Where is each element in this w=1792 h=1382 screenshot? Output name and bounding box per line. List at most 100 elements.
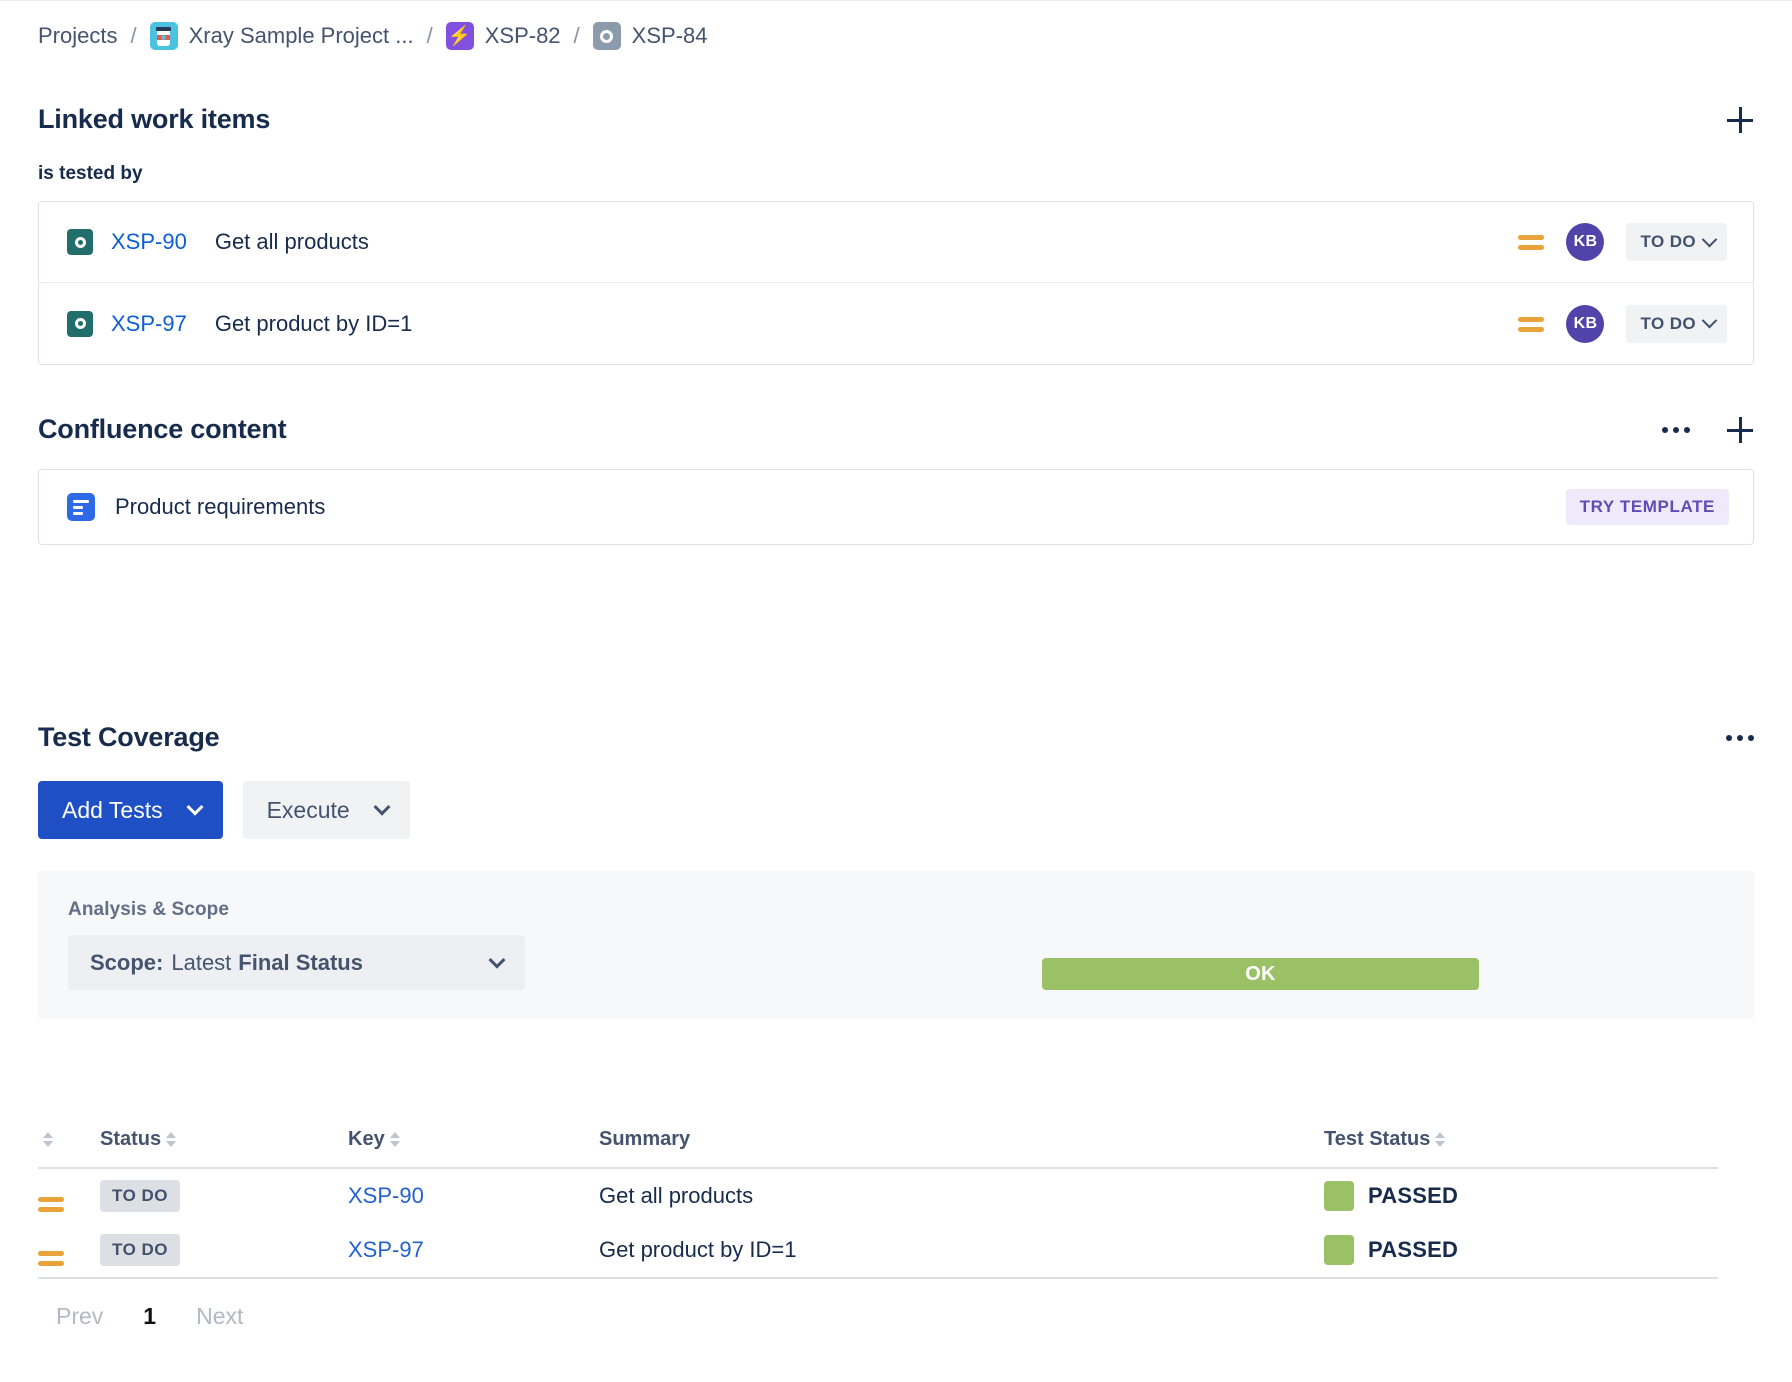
- status-badge: TO DO: [100, 1180, 181, 1212]
- test-key-link[interactable]: XSP-97: [348, 1237, 424, 1262]
- table-row[interactable]: TO DO XSP-90 Get all products PASSED: [38, 1168, 1718, 1223]
- cell-status: TO DO: [100, 1168, 348, 1223]
- status-badge[interactable]: TO DO: [1626, 223, 1727, 261]
- link-type-label: is tested by: [38, 163, 143, 184]
- breadcrumb-item-projects[interactable]: Projects: [38, 23, 117, 49]
- chevron-down-icon: [186, 798, 204, 816]
- breadcrumb-separator-3: /: [573, 23, 580, 48]
- test-key-link[interactable]: XSP-90: [348, 1183, 424, 1208]
- table-row[interactable]: TO DO XSP-97 Get product by ID=1 PASSED: [38, 1223, 1718, 1279]
- coverage-table: Status Key Summary Test Status TO DO XSP…: [38, 1128, 1718, 1279]
- pagination-current-page[interactable]: 1: [143, 1303, 156, 1330]
- sort-icon: [166, 1132, 177, 1147]
- scope-select[interactable]: Scope: Latest Final Status: [68, 935, 525, 990]
- linked-work-items-section: Linked work items is tested by XSP-90 Ge…: [38, 104, 1754, 365]
- test-status-label: PASSED: [1368, 1183, 1459, 1208]
- avatar[interactable]: KB: [1566, 223, 1605, 261]
- status-badge[interactable]: TO DO: [1626, 304, 1727, 343]
- add-tests-button[interactable]: Add Tests: [38, 781, 223, 839]
- confluence-content-header: Confluence content: [38, 414, 1754, 445]
- cell-summary: Get product by ID=1: [599, 1223, 1324, 1279]
- add-tests-label: Add Tests: [62, 796, 163, 823]
- coverage-status-bar: OK: [1042, 958, 1479, 990]
- confluence-page-row[interactable]: Product requirements TRY TEMPLATE: [38, 469, 1754, 545]
- column-header-key[interactable]: Key: [348, 1128, 599, 1169]
- story-bolt-icon: ⚡: [445, 22, 474, 50]
- scope-middle: Latest: [171, 949, 232, 975]
- coffee-cup-project-icon: [149, 22, 178, 50]
- cell-test-status: PASSED: [1324, 1168, 1718, 1223]
- linked-work-items-title: Linked work items: [38, 104, 271, 134]
- status-badge: TO DO: [100, 1234, 181, 1266]
- plus-icon: [1726, 106, 1754, 134]
- cell-status: TO DO: [100, 1223, 348, 1279]
- column-header-summary-label: Summary: [599, 1128, 691, 1150]
- scope-prefix: Scope:: [90, 949, 164, 975]
- more-actions-icon: [1662, 416, 1690, 444]
- linked-item-key[interactable]: XSP-97: [111, 311, 187, 337]
- column-header-key-label: Key: [348, 1128, 385, 1150]
- coverage-status-label: OK: [1245, 962, 1276, 985]
- add-confluence-content-button[interactable]: [1726, 416, 1754, 444]
- test-ring-icon: [67, 310, 93, 337]
- execute-label: Execute: [266, 796, 350, 823]
- confluence-more-actions-button[interactable]: [1662, 416, 1690, 444]
- sort-icon: [43, 1132, 53, 1147]
- table-row[interactable]: XSP-90 Get all products KB TO DO: [39, 202, 1753, 283]
- breadcrumb-item-xsp-84[interactable]: XSP-84: [592, 22, 708, 50]
- confluence-page-name[interactable]: Product requirements: [115, 494, 325, 520]
- confluence-content-section: Confluence content Product requirements …: [38, 414, 1754, 545]
- breadcrumb-separator-2: /: [426, 23, 433, 48]
- linked-item-key[interactable]: XSP-90: [111, 229, 187, 255]
- linked-item-summary: Get product by ID=1: [214, 310, 413, 336]
- column-header-status[interactable]: Status: [100, 1128, 348, 1169]
- column-header-priority[interactable]: [38, 1128, 100, 1169]
- coverage-table-header-row: Status Key Summary Test Status: [38, 1128, 1718, 1169]
- breadcrumb-xsp84-label[interactable]: XSP-84: [632, 23, 708, 49]
- test-coverage-title: Test Coverage: [38, 722, 220, 752]
- issue-detail-page: Projects / Xray Sample Project ... / ⚡ X…: [0, 0, 1792, 1382]
- cell-priority: [38, 1223, 100, 1279]
- linked-work-items-header: Linked work items: [38, 104, 1754, 135]
- linked-items-list: XSP-90 Get all products KB TO DO XSP-97 …: [38, 201, 1754, 365]
- linked-item-summary: Get all products: [214, 229, 369, 254]
- breadcrumb-item-xsp-82[interactable]: ⚡ XSP-82: [445, 22, 561, 50]
- breadcrumb-project-label[interactable]: Xray Sample Project ...: [189, 23, 414, 49]
- pagination-next-button[interactable]: Next: [196, 1303, 243, 1330]
- status-badge-label: TO DO: [1640, 313, 1696, 333]
- analysis-scope-label: Analysis & Scope: [68, 899, 230, 920]
- status-badge-label: TO DO: [1640, 232, 1696, 251]
- cell-key[interactable]: XSP-90: [348, 1168, 599, 1223]
- cell-key[interactable]: XSP-97: [348, 1223, 599, 1279]
- pagination-prev-button[interactable]: Prev: [56, 1303, 103, 1330]
- try-template-badge[interactable]: TRY TEMPLATE: [1565, 489, 1729, 525]
- breadcrumb-separator: /: [130, 23, 137, 48]
- avatar[interactable]: KB: [1566, 304, 1605, 343]
- table-row[interactable]: XSP-97 Get product by ID=1 KB TO DO: [39, 283, 1753, 364]
- priority-medium-icon: [1518, 311, 1545, 337]
- chevron-down-icon: [488, 951, 506, 969]
- test-summary: Get product by ID=1: [599, 1237, 797, 1262]
- add-link-button[interactable]: [1726, 106, 1754, 134]
- test-status-label: PASSED: [1368, 1237, 1459, 1262]
- test-summary: Get all products: [599, 1183, 754, 1208]
- breadcrumb-item-project[interactable]: Xray Sample Project ...: [149, 22, 414, 50]
- test-coverage-actions: Add Tests Execute: [38, 781, 1754, 839]
- execute-button[interactable]: Execute: [242, 781, 410, 839]
- breadcrumb-xsp82-label[interactable]: XSP-82: [485, 23, 561, 49]
- column-header-test-status[interactable]: Test Status: [1324, 1128, 1718, 1169]
- cell-summary: Get all products: [599, 1168, 1324, 1223]
- column-header-summary[interactable]: Summary: [599, 1128, 1324, 1169]
- pagination: Prev 1 Next: [38, 1279, 1718, 1330]
- more-actions-icon: [1726, 724, 1754, 752]
- test-status-swatch: [1324, 1181, 1354, 1211]
- breadcrumb: Projects / Xray Sample Project ... / ⚡ X…: [0, 0, 1792, 71]
- priority-medium-icon: [1518, 229, 1545, 255]
- analysis-and-scope-panel: Analysis & Scope Scope: Latest Final Sta…: [38, 871, 1754, 1019]
- column-header-status-label: Status: [100, 1128, 162, 1150]
- test-coverage-more-actions-button[interactable]: [1726, 724, 1754, 752]
- confluence-page-icon: [67, 493, 95, 521]
- breadcrumb-projects-label[interactable]: Projects: [38, 23, 117, 49]
- column-header-test-status-label: Test Status: [1324, 1128, 1431, 1150]
- chevron-down-icon: [373, 798, 391, 816]
